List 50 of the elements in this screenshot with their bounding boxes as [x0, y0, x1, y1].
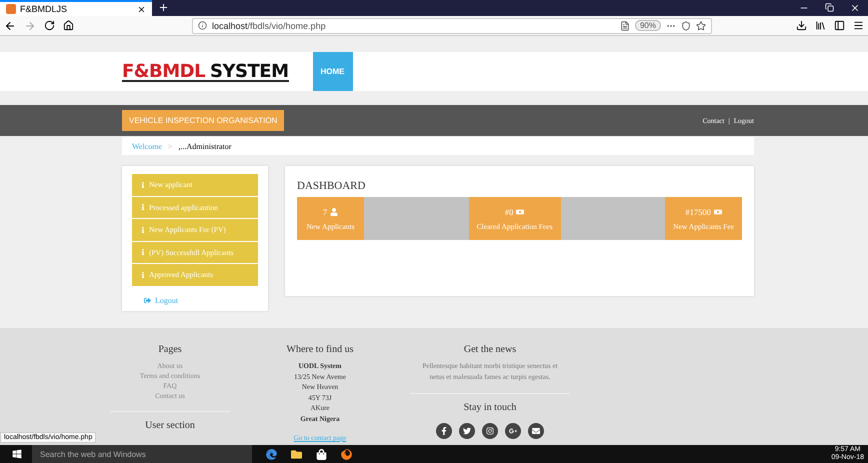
stat-value: #17500 — [685, 206, 711, 216]
info-icon — [140, 182, 146, 188]
browser-icon[interactable] — [266, 448, 277, 460]
logout-link[interactable]: Logout — [132, 286, 258, 304]
address-bar[interactable]: localhost/fbdls/vio/home.php 90% — [192, 18, 712, 34]
close-icon[interactable] — [850, 3, 860, 13]
breadcrumb-current: ,...Administrator — [178, 142, 232, 150]
browser-tab[interactable]: F&BMDLJS — [0, 0, 152, 16]
close-icon[interactable] — [137, 4, 146, 14]
breadcrumb-separator: > — [168, 142, 173, 150]
instagram-icon[interactable] — [482, 423, 498, 439]
home-icon[interactable] — [63, 20, 74, 31]
menu-icon[interactable] — [853, 20, 864, 31]
reload-icon[interactable] — [44, 20, 55, 31]
money-icon — [714, 208, 722, 216]
restore-icon[interactable] — [825, 3, 834, 12]
new-tab-icon[interactable] — [158, 2, 169, 13]
info-icon — [140, 249, 146, 256]
nav-tab[interactable]: HOME — [312, 52, 352, 91]
store-icon[interactable] — [316, 448, 327, 460]
windows-icon[interactable] — [12, 449, 22, 459]
footer-heading: Where to find us — [286, 344, 354, 355]
info-icon — [140, 204, 146, 210]
library-icon[interactable] — [815, 20, 826, 31]
breadcrumb-link[interactable]: Welcome — [132, 142, 162, 150]
footer-heading: Get the news — [464, 344, 516, 355]
download-icon[interactable] — [796, 20, 807, 31]
info-icon — [140, 272, 146, 278]
dashboard-title: DASHBOARD — [297, 180, 366, 192]
twitter-icon[interactable] — [459, 423, 475, 439]
info-icon — [140, 226, 146, 233]
site-logo: F&BMDL SYSTEM — [122, 62, 288, 82]
favicon-icon — [6, 4, 16, 14]
user-icon — [330, 208, 338, 216]
stat-value: #0 — [504, 206, 514, 216]
googleplus-icon[interactable] — [505, 423, 521, 439]
money-icon — [516, 208, 524, 216]
footer-heading: Stay in touch — [464, 402, 516, 413]
sidebar-icon[interactable] — [834, 20, 845, 31]
footer-heading: User section — [145, 420, 195, 431]
mail-icon[interactable] — [528, 423, 544, 439]
back-icon[interactable] — [4, 20, 16, 32]
firefox-icon[interactable] — [341, 448, 352, 460]
sign-out-icon — [144, 296, 151, 304]
stat-value: 7 — [322, 206, 328, 216]
organisation-button[interactable]: VEHICLE INSPECTION ORGANISATION — [122, 110, 284, 131]
facebook-icon[interactable] — [436, 423, 452, 439]
folder-icon[interactable] — [291, 448, 302, 460]
taskbar-search[interactable]: Search the web and Windows — [32, 445, 252, 463]
footer-heading: Pages — [158, 344, 182, 355]
